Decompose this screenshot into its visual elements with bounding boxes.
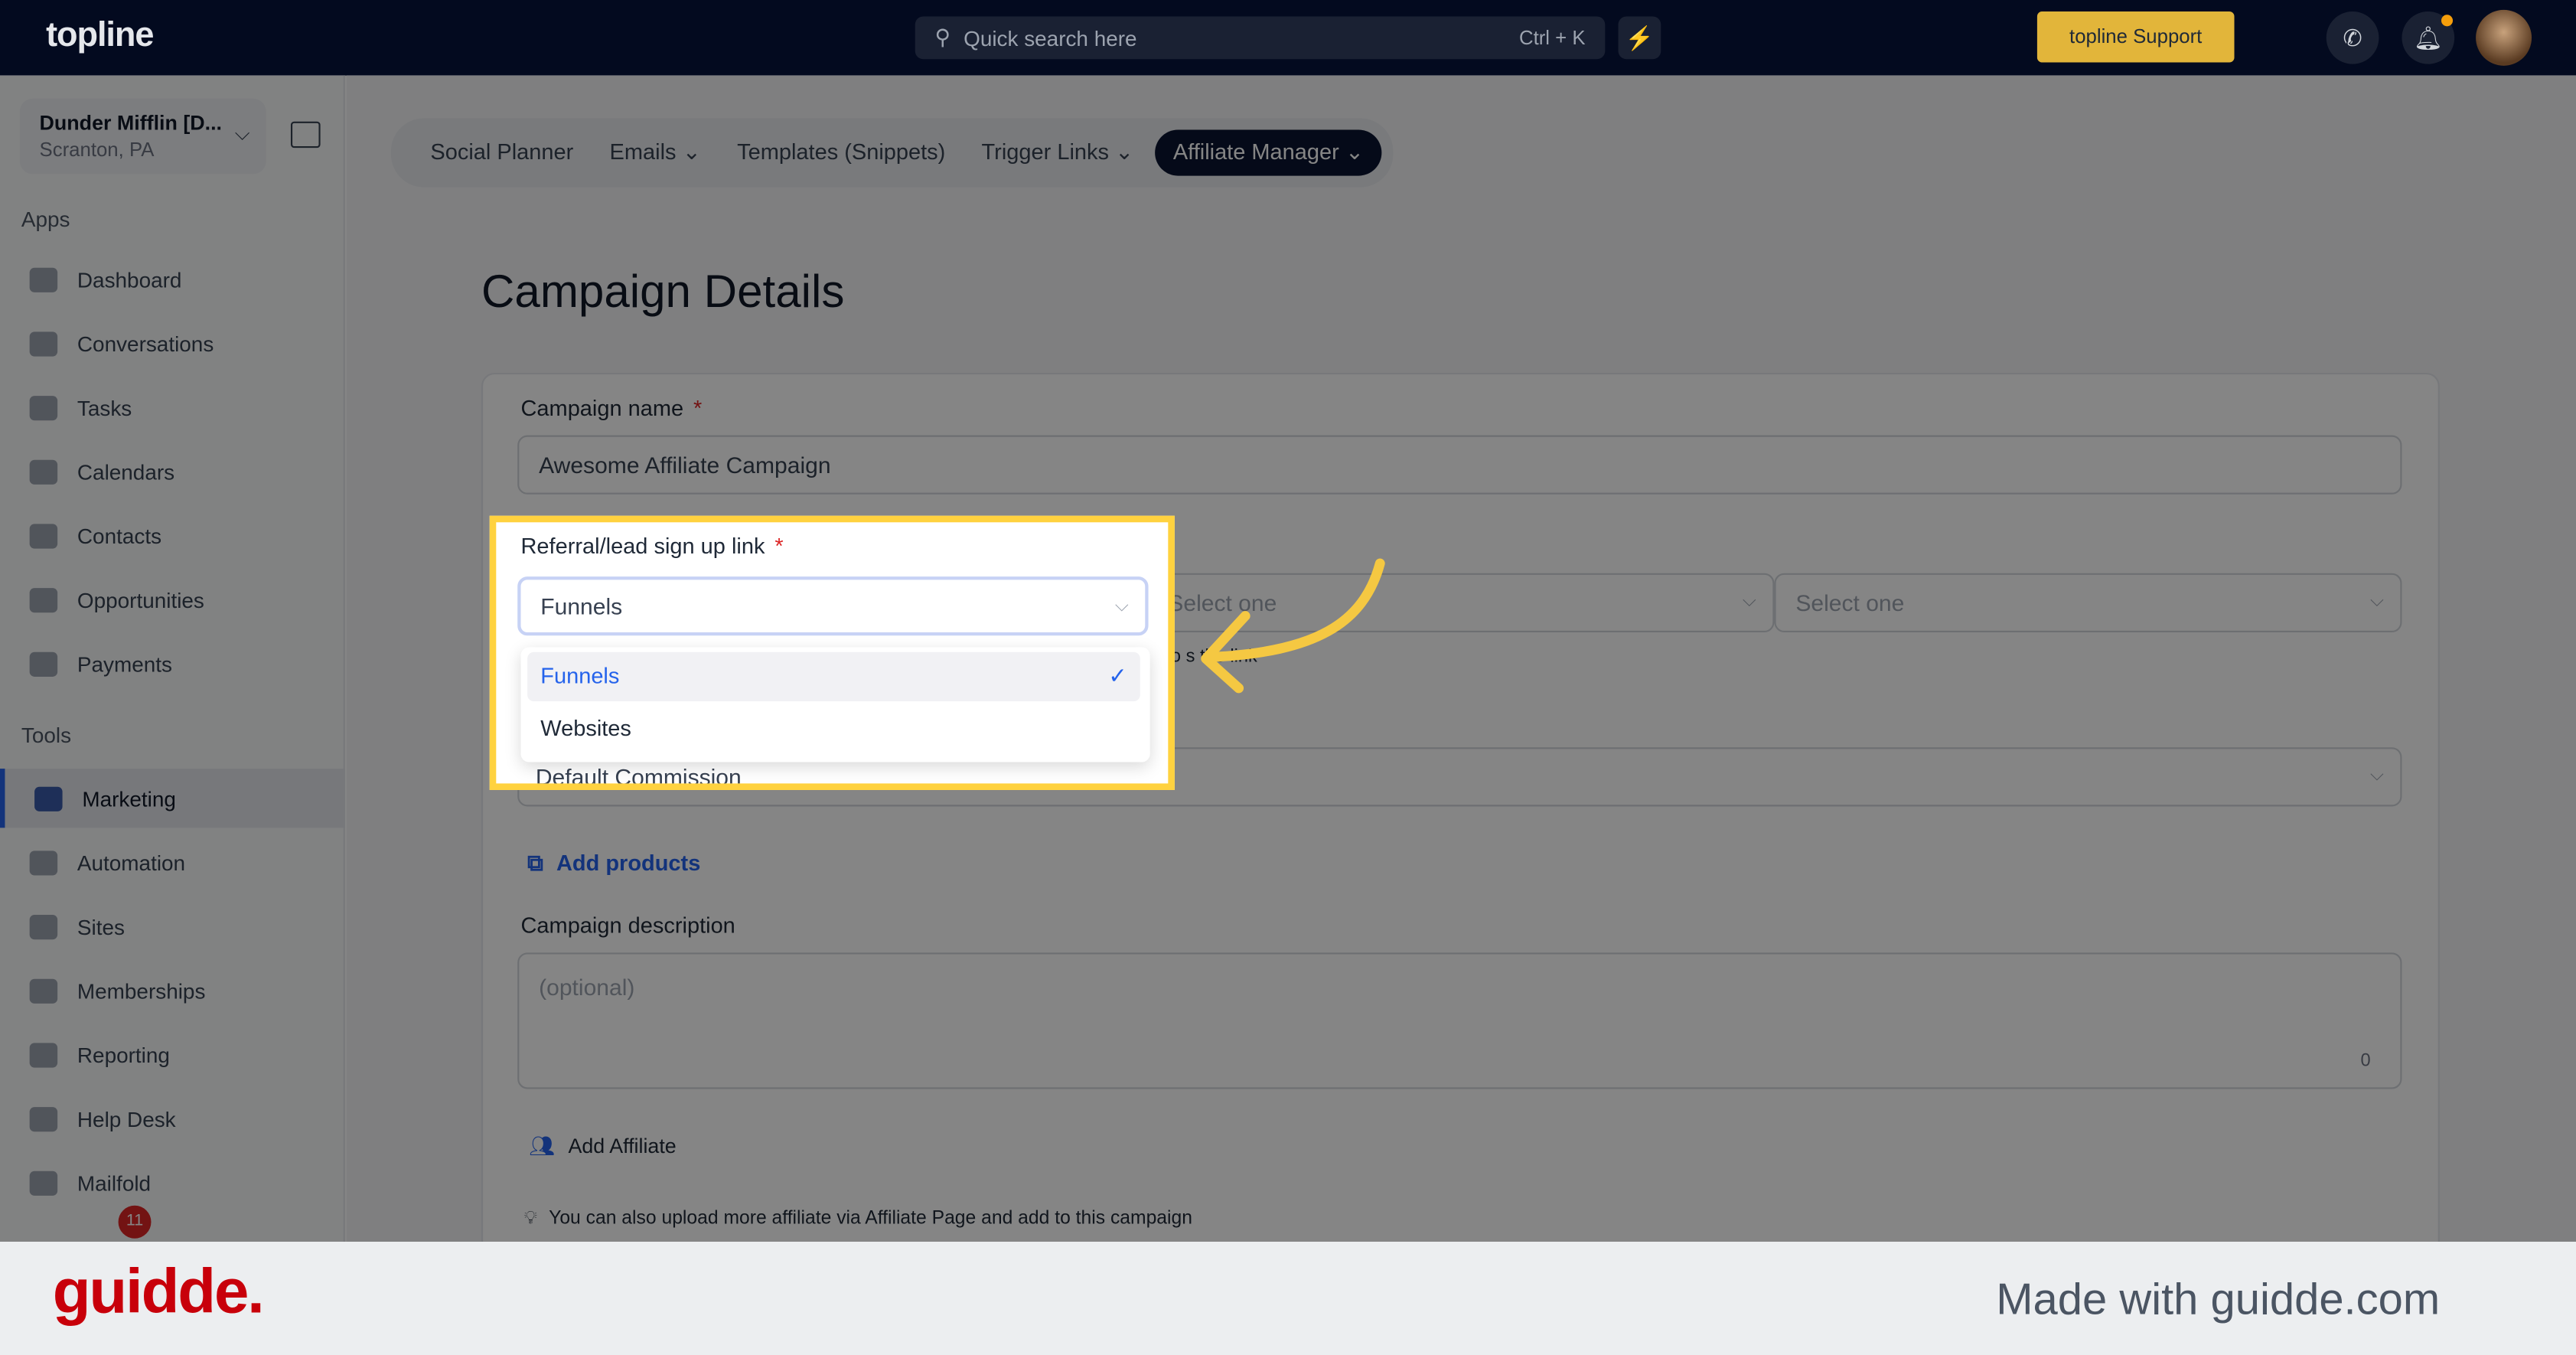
quick-search-input[interactable]: ⚲ Quick search here Ctrl + K bbox=[915, 16, 1606, 60]
notification-dot bbox=[2441, 15, 2454, 27]
required-mark: * bbox=[774, 534, 784, 559]
referral-type-select[interactable]: Funnels ⌵ bbox=[517, 576, 1149, 636]
highlight-box: Referral/lead sign up link * Funnels ⌵ Def… bbox=[489, 515, 1175, 790]
support-button[interactable]: topline Support bbox=[2036, 11, 2235, 63]
search-shortcut: Ctrl + K bbox=[1518, 26, 1586, 50]
top-bar: topline ⚲ Quick search here Ctrl + K ⚡ top… bbox=[0, 0, 2576, 76]
option-websites[interactable]: Websites bbox=[527, 704, 1140, 753]
arrow-annotation-icon bbox=[1201, 558, 1385, 694]
topline-logo[interactable]: topline bbox=[46, 16, 154, 55]
chevron-down-icon: ⌵ bbox=[1114, 596, 1129, 616]
search-icon: ⚲ bbox=[934, 24, 951, 50]
check-icon: ✓ bbox=[1108, 663, 1127, 688]
option-funnels[interactable]: Funnels ✓ bbox=[527, 651, 1140, 702]
default-commission-label: Default Commission bbox=[535, 763, 742, 790]
selected-value: Funnels bbox=[540, 593, 623, 619]
label-text: Referral/lead sign up link bbox=[520, 534, 765, 559]
guidde-logo: guidde. bbox=[52, 1258, 265, 1327]
option-label: Funnels bbox=[540, 663, 620, 688]
made-with-text: Made with guidde.com bbox=[1996, 1274, 2441, 1324]
search-placeholder: Quick search here bbox=[964, 25, 1137, 51]
lightning-icon[interactable]: ⚡ bbox=[1618, 16, 1661, 60]
referral-type-dropdown: Funnels ✓ Websites bbox=[520, 647, 1150, 762]
phone-icon[interactable]: ✆ bbox=[2326, 11, 2379, 64]
referral-link-label: Referral/lead sign up link * bbox=[521, 534, 784, 558]
avatar[interactable] bbox=[2476, 9, 2532, 66]
option-label: Websites bbox=[540, 716, 631, 741]
